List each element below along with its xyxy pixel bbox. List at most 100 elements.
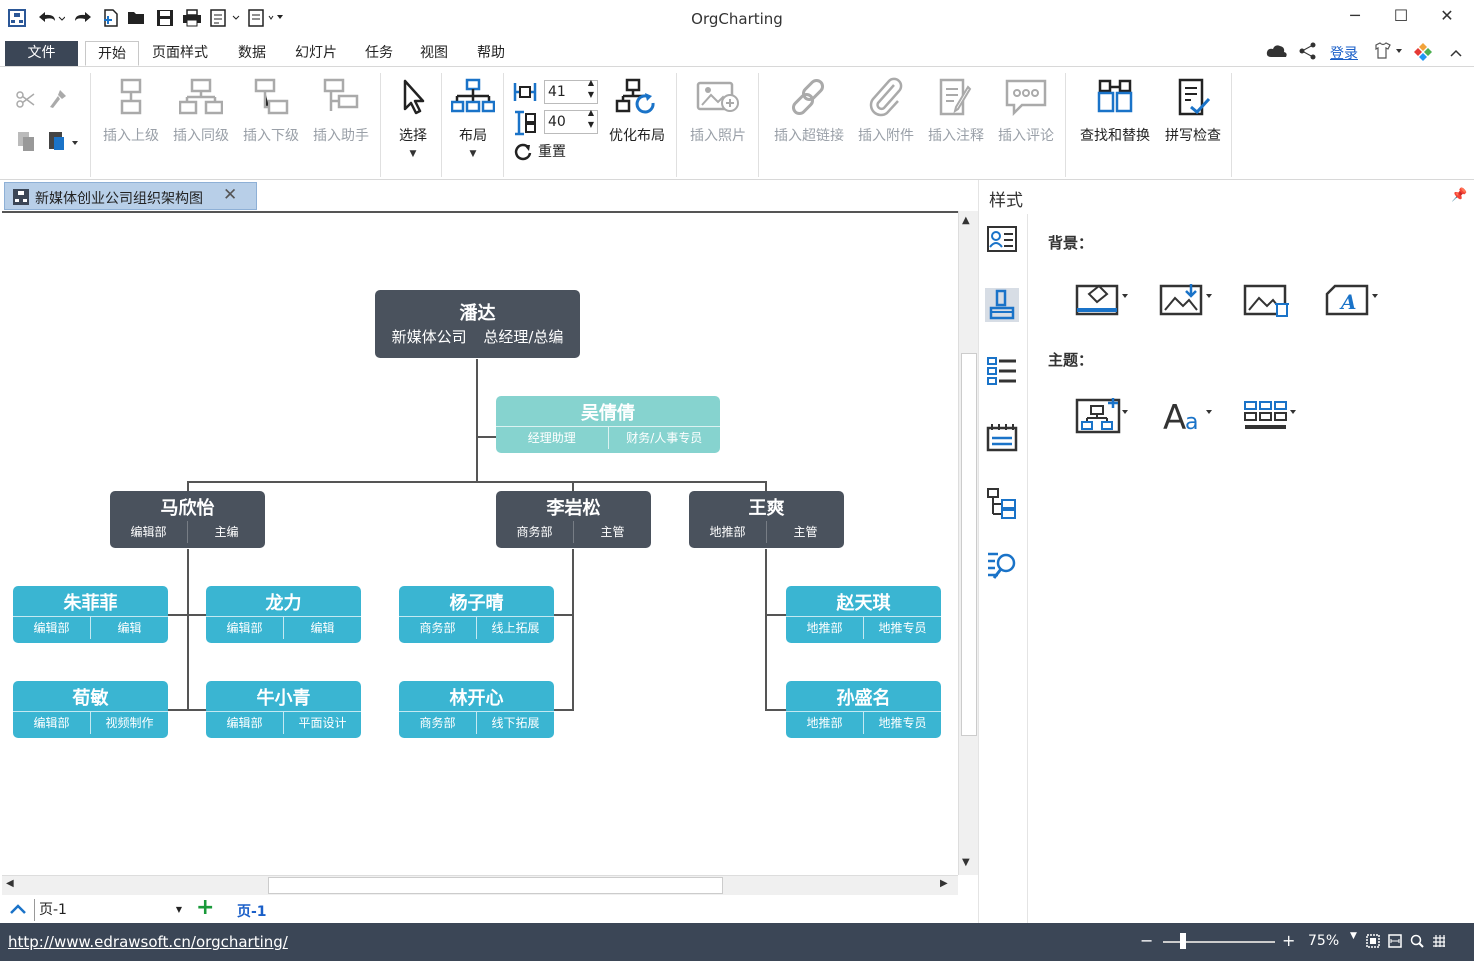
insert-attachment-button[interactable]: 插入附件 — [852, 77, 920, 145]
website-link[interactable]: http://www.edrawsoft.cn/orgcharting/ — [8, 933, 288, 951]
insert-photo-button[interactable]: 插入照片 — [682, 77, 754, 145]
insert-subordinate-button[interactable]: 插入下级 — [236, 77, 306, 145]
insert-peer-button[interactable]: 插入同级 — [166, 77, 236, 145]
expand-pages-icon[interactable] — [10, 903, 26, 915]
fit-page-icon[interactable] — [1366, 934, 1380, 948]
staff-name: 牛小青 — [256, 688, 311, 709]
tab-home[interactable]: 开始 — [85, 41, 139, 66]
manager-title: 主编 — [187, 521, 265, 543]
scroll-up-icon[interactable]: ▲ — [962, 215, 970, 226]
share-icon[interactable] — [1298, 42, 1320, 62]
close-tab-icon[interactable]: ✕ — [223, 185, 237, 205]
org-chart-canvas[interactable]: 潘达 新媒体公司 总经理/总编 吴倩倩 经理助理 财务/人事专员 马欣怡 编辑部 主… — [2, 211, 958, 875]
add-page-icon[interactable]: + — [196, 895, 214, 920]
vertical-spacing-input[interactable]: 40 ▲ ▼ — [544, 108, 598, 134]
cloud-icon[interactable] — [1266, 42, 1290, 62]
org-node-staff[interactable]: 龙力 编辑部 编辑 — [206, 586, 361, 643]
zoom-slider-thumb[interactable] — [1180, 933, 1186, 949]
tab-data[interactable]: 数据 — [226, 41, 278, 66]
grid-icon[interactable] — [1432, 934, 1446, 948]
horizontal-scroll-thumb[interactable] — [268, 877, 723, 894]
maximize-button[interactable]: ☐ — [1386, 6, 1416, 30]
zoom-in-button[interactable]: + — [1282, 931, 1295, 950]
fit-width-icon[interactable] — [1388, 934, 1402, 948]
select-dropdown-icon: ▼ — [409, 149, 417, 159]
panel-properties-icon[interactable] — [985, 222, 1019, 256]
scroll-down-icon[interactable]: ▼ — [962, 857, 970, 868]
connector-biz-spine — [572, 549, 574, 711]
org-node-root[interactable]: 潘达 新媒体公司 总经理/总编 — [375, 290, 580, 358]
org-node-staff[interactable]: 赵天琪 地推部 地推专员 — [786, 586, 941, 643]
panel-style-icon[interactable] — [985, 288, 1019, 322]
tab-page-style[interactable]: 页面样式 — [140, 41, 220, 66]
paste-icon[interactable] — [46, 129, 82, 155]
layout-button[interactable]: 布局 ▼ — [446, 77, 500, 159]
format-painter-icon[interactable] — [46, 87, 72, 113]
vertical-spacing-value: 40 — [548, 114, 566, 130]
staff-dept: 编辑部 — [226, 716, 263, 730]
apps-logo-icon[interactable] — [1412, 41, 1436, 63]
insert-note-button[interactable]: 插入注释 — [922, 77, 990, 145]
org-node-staff[interactable]: 朱菲菲 编辑部 编辑 — [13, 586, 168, 643]
remove-background-icon[interactable] — [1243, 280, 1297, 320]
scroll-right-icon[interactable]: ▶ — [940, 878, 948, 889]
background-image-icon[interactable] — [1159, 280, 1213, 320]
login-link[interactable]: 登录 — [1330, 43, 1358, 63]
page-selector[interactable]: 页-1 ▼ — [34, 899, 186, 921]
connector-root-down — [476, 359, 478, 483]
horizontal-spacing-input[interactable]: 41 ▲ ▼ — [544, 78, 598, 104]
find-replace-button[interactable]: 查找和替换 — [1072, 77, 1158, 145]
vertical-scrollbar[interactable]: ▲ ▼ — [958, 211, 978, 875]
panel-search-icon[interactable] — [985, 548, 1019, 582]
cut-icon[interactable] — [14, 87, 40, 113]
org-node-manager[interactable]: 马欣怡 编辑部 主编 — [110, 491, 265, 548]
reset-button[interactable]: 重置 — [512, 141, 566, 163]
scroll-left-icon[interactable]: ◀ — [6, 878, 14, 889]
zoom-dropdown-icon[interactable]: ▼ — [1350, 931, 1357, 941]
staff-dept: 编辑部 — [33, 716, 70, 730]
org-node-manager[interactable]: 王爽 地推部 主管 — [689, 491, 844, 548]
select-button[interactable]: 选择 ▼ — [386, 77, 440, 159]
spell-check-button[interactable]: 拼写检查 — [1158, 77, 1228, 145]
theme-shirt-icon[interactable] — [1372, 42, 1406, 62]
insert-assistant-button[interactable]: 插入助手 — [306, 77, 376, 145]
insert-superior-button[interactable]: 插入上级 — [96, 77, 166, 145]
org-node-staff[interactable]: 林开心 商务部 线下拓展 — [399, 681, 554, 738]
zoom-out-button[interactable]: − — [1140, 931, 1153, 950]
panel-slides-icon[interactable] — [985, 420, 1019, 454]
background-color-icon[interactable] — [1075, 280, 1129, 320]
theme-font-icon[interactable]: Aa — [1159, 396, 1213, 438]
zoom-fit-icon[interactable] — [1410, 934, 1424, 948]
org-node-manager[interactable]: 李岩松 商务部 主管 — [496, 491, 651, 548]
minimize-button[interactable]: ─ — [1340, 6, 1370, 30]
tab-slides[interactable]: 幻灯片 — [283, 41, 349, 66]
tab-view[interactable]: 视图 — [408, 41, 460, 66]
staff-dept: 编辑部 — [226, 621, 263, 635]
org-node-staff[interactable]: 杨子晴 商务部 线上拓展 — [399, 586, 554, 643]
tab-tasks[interactable]: 任务 — [353, 41, 405, 66]
tab-help[interactable]: 帮助 — [465, 41, 517, 66]
org-node-assistant[interactable]: 吴倩倩 经理助理 财务/人事专员 — [496, 396, 720, 453]
insert-comment-button[interactable]: 插入评论 — [992, 77, 1060, 145]
vertical-scroll-thumb[interactable] — [961, 353, 977, 736]
panel-tree-icon[interactable] — [985, 486, 1019, 520]
document-tab[interactable]: 新媒体创业公司组织架构图 ✕ — [4, 182, 257, 210]
close-window-button[interactable]: ✕ — [1432, 6, 1462, 30]
panel-list-icon[interactable] — [985, 354, 1019, 388]
background-watermark-icon[interactable]: A — [1325, 280, 1379, 320]
org-node-staff[interactable]: 荀敏 编辑部 视频制作 — [13, 681, 168, 738]
manager-title: 主管 — [573, 521, 651, 543]
copy-icon[interactable] — [14, 129, 40, 155]
org-node-staff[interactable]: 牛小青 编辑部 平面设计 — [206, 681, 361, 738]
optimize-layout-button[interactable]: 优化布局 — [602, 77, 672, 145]
insert-hyperlink-button[interactable]: 插入超链接 — [766, 77, 852, 145]
collapse-ribbon-icon[interactable] — [1450, 47, 1462, 59]
theme-layout-icon[interactable] — [1075, 396, 1129, 436]
theme-color-icon[interactable] — [1243, 396, 1297, 436]
menu-file[interactable]: 文件 — [5, 41, 78, 66]
page-tab-1[interactable]: 页-1 — [237, 901, 267, 921]
horizontal-scrollbar[interactable]: ◀ ▶ — [2, 875, 958, 895]
pin-panel-icon[interactable]: 📌 — [1451, 188, 1467, 203]
layout-label: 布局 — [459, 128, 487, 144]
org-node-staff[interactable]: 孙盛名 地推部 地推专员 — [786, 681, 941, 738]
